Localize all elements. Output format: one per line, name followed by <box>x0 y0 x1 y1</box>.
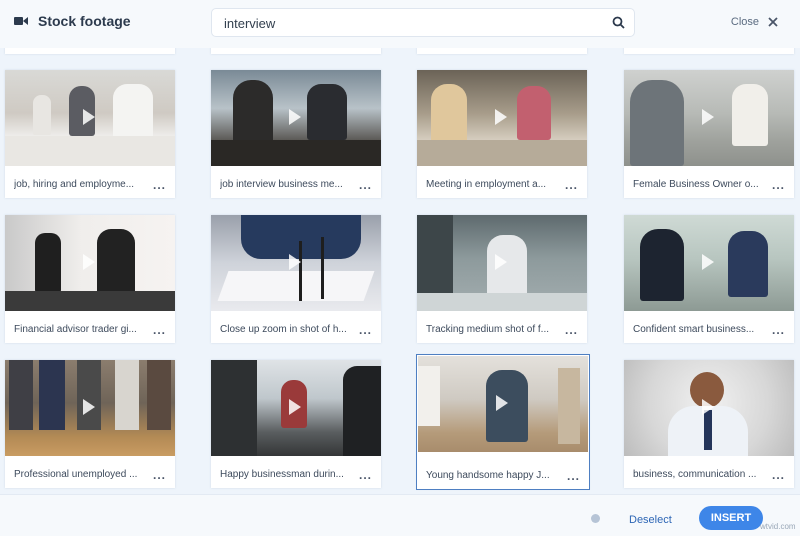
header: Stock footage Close <box>0 0 800 48</box>
more-options-icon[interactable]: ... <box>772 324 785 336</box>
footage-grid: job, hiring and employme... ... job inte… <box>0 48 800 494</box>
video-thumbnail[interactable] <box>624 360 794 456</box>
more-options-icon[interactable]: ... <box>359 179 372 191</box>
play-icon <box>289 109 301 125</box>
video-thumbnail[interactable] <box>624 70 794 166</box>
video-thumbnail[interactable] <box>418 356 588 452</box>
video-thumbnail[interactable] <box>417 70 587 166</box>
more-options-icon[interactable]: ... <box>565 179 578 191</box>
card-caption: Happy businessman durin... <box>220 469 344 480</box>
play-icon <box>83 109 95 125</box>
card-partial[interactable] <box>5 48 175 54</box>
video-thumbnail[interactable] <box>5 215 175 311</box>
more-options-icon[interactable]: ... <box>772 179 785 191</box>
video-card[interactable]: Tracking medium shot of f... ... <box>417 215 587 343</box>
card-partial[interactable] <box>624 48 794 54</box>
video-thumbnail[interactable] <box>211 215 381 311</box>
more-options-icon[interactable]: ... <box>567 470 580 482</box>
more-options-icon[interactable]: ... <box>153 179 166 191</box>
more-options-icon[interactable]: ... <box>359 324 372 336</box>
more-options-icon[interactable]: ... <box>565 324 578 336</box>
play-icon <box>83 254 95 270</box>
video-card[interactable]: job interview business me... ... <box>211 70 381 198</box>
video-card[interactable]: job, hiring and employme... ... <box>5 70 175 198</box>
video-card[interactable]: business, communication ... ... <box>624 360 794 488</box>
close-label: Close <box>730 16 759 28</box>
more-options-icon[interactable]: ... <box>153 469 166 481</box>
search-icon[interactable] <box>612 16 625 29</box>
video-card[interactable]: Financial advisor trader gi... ... <box>5 215 175 343</box>
video-card[interactable]: Happy businessman durin... ... <box>211 360 381 488</box>
deselect-button[interactable]: Deselect <box>629 514 672 526</box>
play-icon <box>702 399 714 415</box>
video-thumbnail[interactable] <box>211 70 381 166</box>
video-thumbnail[interactable] <box>624 215 794 311</box>
video-thumbnail[interactable] <box>211 360 381 456</box>
more-options-icon[interactable]: ... <box>153 324 166 336</box>
video-card[interactable]: Close up zoom in shot of h... ... <box>211 215 381 343</box>
info-icon[interactable] <box>591 514 600 523</box>
video-card-selected[interactable]: Young handsome happy J... ... <box>416 354 590 490</box>
title-wrap: Stock footage <box>14 13 131 29</box>
video-thumbnail[interactable] <box>417 215 587 311</box>
insert-button[interactable]: INSERT <box>699 506 763 530</box>
play-icon <box>83 399 95 415</box>
page-title: Stock footage <box>38 13 131 29</box>
card-caption: Tracking medium shot of f... <box>426 324 550 335</box>
watermark: wtvid.com <box>760 522 796 531</box>
play-icon <box>496 395 508 411</box>
play-icon <box>702 254 714 270</box>
video-card[interactable]: Professional unemployed ... ... <box>5 360 175 488</box>
play-icon <box>702 109 714 125</box>
video-card[interactable]: Confident smart business... ... <box>624 215 794 343</box>
close-button[interactable]: Close <box>731 16 778 28</box>
card-caption: job interview business me... <box>220 179 343 190</box>
close-icon[interactable] <box>768 17 778 27</box>
video-thumbnail[interactable] <box>5 70 175 166</box>
more-options-icon[interactable]: ... <box>359 469 372 481</box>
card-caption: Financial advisor trader gi... <box>14 324 137 335</box>
card-caption: Close up zoom in shot of h... <box>220 324 347 335</box>
video-thumbnail[interactable] <box>5 360 175 456</box>
search-input[interactable] <box>224 15 604 32</box>
card-caption: business, communication ... <box>633 469 757 480</box>
play-icon <box>289 399 301 415</box>
video-camera-icon <box>14 17 28 25</box>
video-card[interactable]: Female Business Owner o... ... <box>624 70 794 198</box>
card-caption: Female Business Owner o... <box>633 179 759 190</box>
card-caption: Meeting in employment a... <box>426 179 547 190</box>
search-box[interactable] <box>211 8 635 37</box>
card-caption: Confident smart business... <box>633 324 755 335</box>
play-icon <box>289 254 301 270</box>
more-options-icon[interactable]: ... <box>772 469 785 481</box>
card-caption: Professional unemployed ... <box>14 469 138 480</box>
play-icon <box>495 109 507 125</box>
footer-bar: Deselect INSERT <box>0 494 800 536</box>
card-caption: job, hiring and employme... <box>14 179 135 190</box>
card-partial[interactable] <box>211 48 381 54</box>
video-card[interactable]: Meeting in employment a... ... <box>417 70 587 198</box>
card-partial[interactable] <box>417 48 587 54</box>
card-caption: Young handsome happy J... <box>426 470 550 481</box>
play-icon <box>495 254 507 270</box>
